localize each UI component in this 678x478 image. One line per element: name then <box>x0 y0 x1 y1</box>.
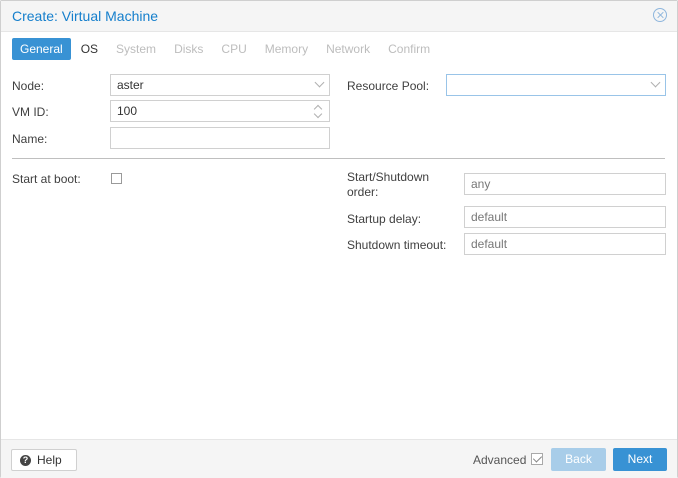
dialog-footer: ? Help Advanced Back Next <box>1 439 677 478</box>
name-label: Name: <box>12 132 48 146</box>
resource-pool-label: Resource Pool: <box>347 79 430 93</box>
advanced-label: Advanced <box>473 453 527 467</box>
node-value: aster <box>117 78 144 92</box>
shutdown-timeout-label: Shutdown timeout: <box>347 238 447 252</box>
startup-delay-input[interactable]: default <box>464 206 666 228</box>
tab-memory[interactable]: Memory <box>257 38 316 60</box>
create-vm-dialog: Create: Virtual Machine General OS Syste… <box>0 0 678 478</box>
help-label: Help <box>37 453 62 467</box>
start-shutdown-order-label: Start/Shutdown order: <box>347 170 430 199</box>
start-at-boot-checkbox[interactable] <box>111 173 122 184</box>
advanced-checkbox[interactable] <box>531 453 543 465</box>
tab-network[interactable]: Network <box>318 38 378 60</box>
tab-confirm[interactable]: Confirm <box>380 38 438 60</box>
section-divider <box>12 158 665 159</box>
tab-general[interactable]: General <box>12 38 71 60</box>
help-button[interactable]: ? Help <box>11 449 77 471</box>
chevron-down-icon[interactable] <box>650 77 661 88</box>
spinner-icon[interactable] <box>313 103 323 119</box>
start-at-boot-label: Start at boot: <box>12 172 81 186</box>
startup-delay-label: Startup delay: <box>347 212 422 226</box>
name-input[interactable] <box>110 127 330 149</box>
tab-os[interactable]: OS <box>73 38 106 60</box>
vmid-value: 100 <box>117 104 138 118</box>
tab-cpu[interactable]: CPU <box>213 38 254 60</box>
shutdown-timeout-input[interactable]: default <box>464 233 666 255</box>
tab-disks[interactable]: Disks <box>166 38 211 60</box>
tab-system[interactable]: System <box>108 38 164 60</box>
dialog-title: Create: Virtual Machine <box>12 8 159 24</box>
title-bar: Create: Virtual Machine <box>1 1 677 32</box>
chevron-down-icon[interactable] <box>314 77 325 88</box>
order-placeholder: any <box>471 177 491 191</box>
resource-pool-select[interactable] <box>446 74 666 96</box>
close-icon[interactable] <box>653 8 667 22</box>
vmid-input[interactable]: 100 <box>110 100 330 122</box>
start-shutdown-order-input[interactable]: any <box>464 173 666 195</box>
node-select[interactable]: aster <box>110 74 330 96</box>
back-button[interactable]: Back <box>551 448 606 471</box>
wizard-tabs: General OS System Disks CPU Memory Netwo… <box>12 38 440 60</box>
vmid-label: VM ID: <box>12 105 49 119</box>
node-label: Node: <box>12 79 45 93</box>
startup-delay-placeholder: default <box>471 210 508 224</box>
question-circle-icon: ? <box>20 454 31 466</box>
next-button[interactable]: Next <box>613 448 667 471</box>
shutdown-timeout-placeholder: default <box>471 237 508 251</box>
